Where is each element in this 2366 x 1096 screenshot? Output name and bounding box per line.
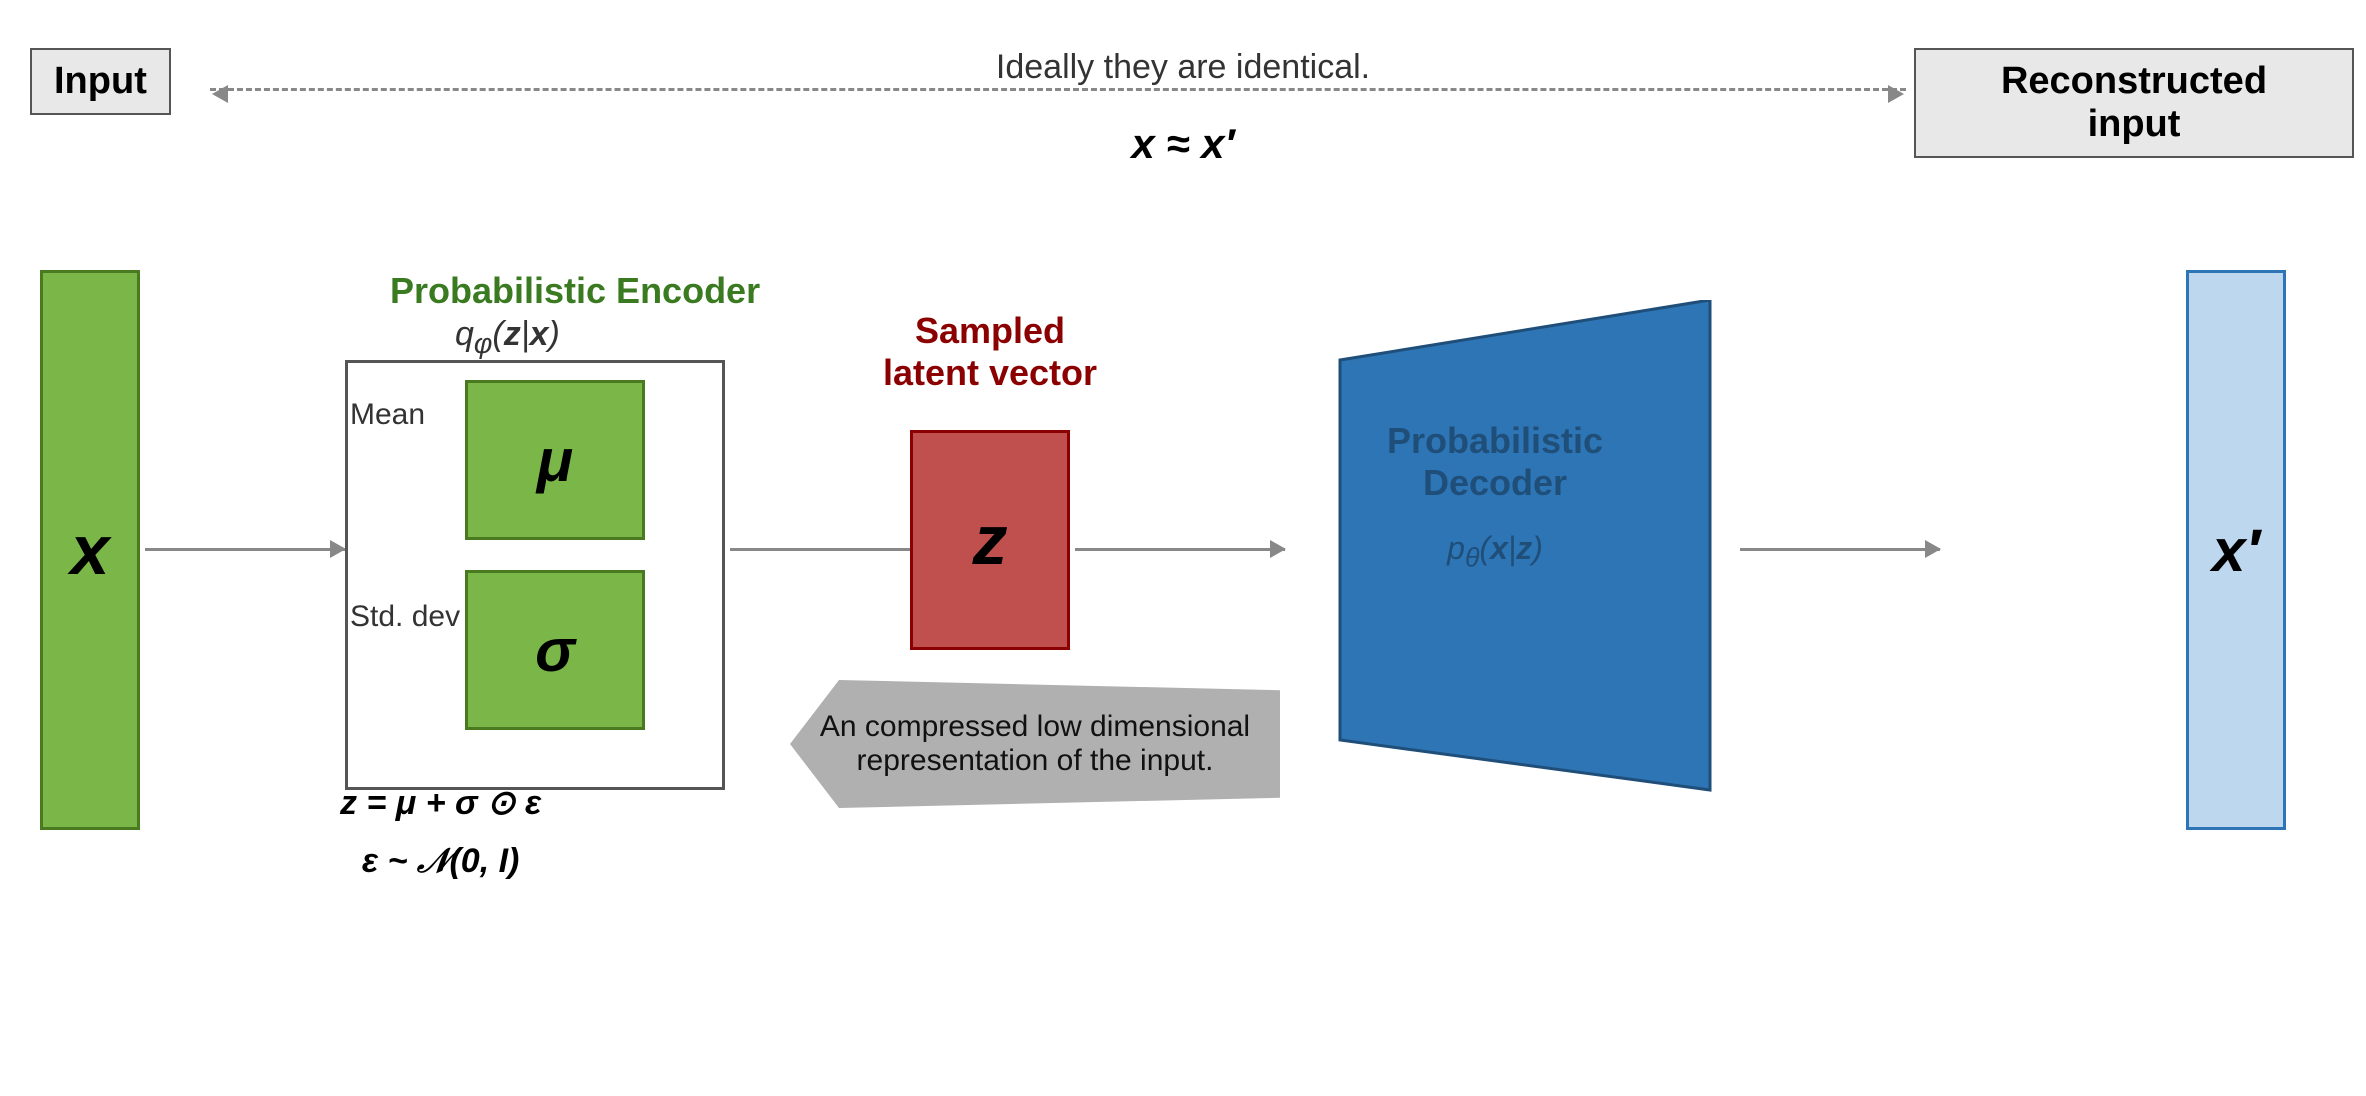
mu-label: μ bbox=[537, 426, 573, 495]
right-arrow-head bbox=[1888, 85, 1904, 103]
xprime-rect: x′ bbox=[2186, 270, 2286, 830]
left-arrow-head bbox=[212, 85, 228, 103]
stddev-label: Std. dev bbox=[350, 600, 460, 634]
mean-label: Mean bbox=[350, 398, 425, 432]
compressed-callout: An compressed low dimensionalrepresentat… bbox=[790, 680, 1280, 808]
z-rect: z bbox=[910, 430, 1070, 650]
mu-rect: μ bbox=[465, 380, 645, 540]
sampled-label: Sampledlatent vector bbox=[870, 310, 1110, 394]
decoder-formula-text: pθ(x|z) bbox=[1447, 530, 1543, 566]
sampled-label-text: Sampledlatent vector bbox=[883, 310, 1097, 393]
encoder-equation-line2: ε ~ 𝒩(0, I) bbox=[340, 833, 541, 891]
top-dashed-line bbox=[210, 88, 1906, 91]
reconstructed-label-text: Reconstructedinput bbox=[2001, 60, 2267, 145]
equation-text: x ≈ x′ bbox=[1131, 120, 1234, 167]
sigma-label: σ bbox=[535, 616, 575, 685]
encoder-equations: z = μ + σ ⊙ ε ε ~ 𝒩(0, I) bbox=[340, 775, 541, 891]
ideally-text: Ideally they are identical. bbox=[996, 48, 1370, 87]
vae-diagram: Input Reconstructedinput Ideally they ar… bbox=[0, 0, 2366, 1096]
sigma-rect: σ bbox=[465, 570, 645, 730]
encoder-formula: qφ(z|x) bbox=[455, 315, 560, 361]
compressed-callout-text: An compressed low dimensionalrepresentat… bbox=[820, 710, 1250, 777]
xprime-label: x′ bbox=[2212, 516, 2260, 585]
arrow-z-to-decoder bbox=[1075, 548, 1285, 551]
decoder-formula: pθ(x|z) bbox=[1310, 530, 1680, 573]
decoder-title: ProbabilisticDecoder bbox=[1310, 420, 1680, 504]
decoder-title-text: ProbabilisticDecoder bbox=[1387, 420, 1603, 503]
arrow-x-to-encoder bbox=[145, 548, 345, 551]
input-label-text: Input bbox=[54, 60, 147, 102]
ideally-text-content: Ideally they are identical. bbox=[996, 48, 1370, 86]
input-label-box: Input bbox=[30, 48, 171, 115]
x-input-label: x bbox=[71, 510, 110, 590]
encoder-equation-line1: z = μ + σ ⊙ ε bbox=[340, 775, 541, 833]
arrow-decoder-to-xprime bbox=[1740, 548, 1940, 551]
encoder-title: Probabilistic Encoder bbox=[390, 270, 760, 312]
z-label: z bbox=[973, 500, 1008, 580]
x-input-rect: x bbox=[40, 270, 140, 830]
encoder-formula-text: qφ(z|x) bbox=[455, 315, 560, 353]
top-equation: x ≈ x′ bbox=[1131, 120, 1234, 168]
reconstructed-label-box: Reconstructedinput bbox=[1914, 48, 2354, 158]
